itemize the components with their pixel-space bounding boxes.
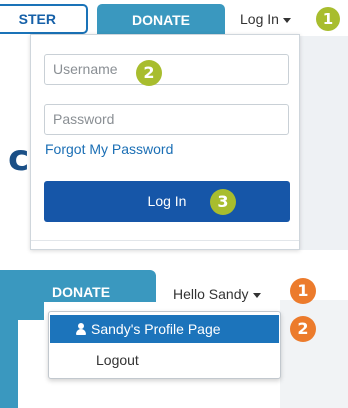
password-input[interactable]: Password <box>44 104 289 135</box>
login-state-panel: STER DONATE Log In 1 c Username Password… <box>0 0 348 250</box>
page-background <box>300 36 348 250</box>
donate-button[interactable]: DONATE <box>0 270 156 302</box>
step-badge-2: 2 <box>290 316 316 342</box>
caret-down-icon <box>252 292 261 298</box>
step-badge-1: 1 <box>316 7 340 31</box>
donate-button[interactable]: DONATE <box>97 4 225 36</box>
step-badge-2: 2 <box>136 60 162 86</box>
login-toggle-label: Log In <box>240 11 279 27</box>
username-input[interactable]: Username <box>44 54 289 85</box>
forgot-password-link[interactable]: Forgot My Password <box>45 141 173 157</box>
caret-down-icon <box>282 17 291 23</box>
menu-item-label: Sandy's Profile Page <box>91 321 221 337</box>
user-greeting: Hello Sandy <box>173 286 249 302</box>
logged-in-state-panel: DONATE Hello Sandy 1 Sandy's Profile Pag… <box>0 270 348 408</box>
user-icon <box>75 323 87 335</box>
user-menu-toggle[interactable]: Hello Sandy <box>173 286 261 302</box>
site-logo-fragment: c <box>8 140 30 180</box>
screenshot-root: STER DONATE Log In 1 c Username Password… <box>0 0 348 408</box>
page-background <box>18 320 44 408</box>
page-background <box>0 36 30 136</box>
divider <box>31 240 299 241</box>
step-badge-3: 3 <box>210 189 236 215</box>
step-badge-1: 1 <box>290 278 316 304</box>
login-submit-button[interactable]: Log In <box>44 181 290 222</box>
user-dropdown-menu: Sandy's Profile Page Logout <box>48 311 281 379</box>
login-toggle[interactable]: Log In <box>240 11 291 27</box>
menu-item-profile[interactable]: Sandy's Profile Page <box>50 315 279 343</box>
logo-glyph: c <box>8 140 30 179</box>
register-button[interactable]: STER <box>0 4 88 34</box>
login-dropdown: Username Password Forgot My Password Log… <box>30 34 300 250</box>
menu-item-logout[interactable]: Logout <box>50 346 279 374</box>
page-background <box>280 300 348 408</box>
